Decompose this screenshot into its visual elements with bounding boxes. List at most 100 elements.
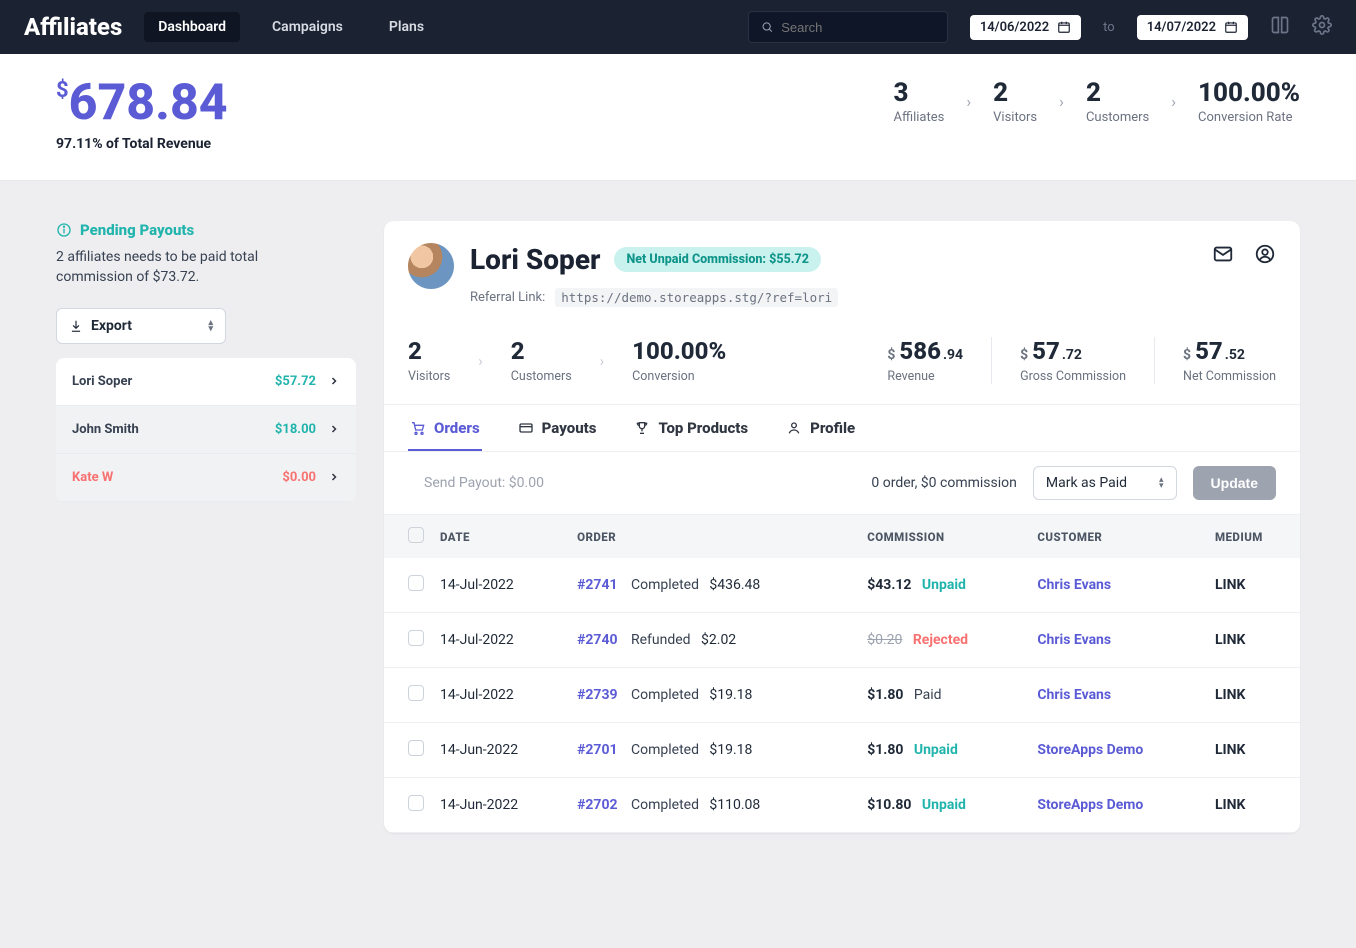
order-status: Refunded: [631, 632, 691, 648]
mark-as-paid-select[interactable]: Mark as Paid ▴▾: [1033, 466, 1177, 500]
pay-status: Unpaid: [922, 797, 966, 813]
tab-label: Profile: [810, 419, 855, 437]
summary-strip: $678.84 97.11% of Total Revenue 3 Affili…: [0, 54, 1356, 181]
book-icon[interactable]: [1270, 15, 1290, 39]
metric-label: Visitors: [408, 369, 450, 384]
order-link[interactable]: #2740: [577, 632, 617, 648]
date-to-word: to: [1103, 20, 1115, 35]
customer-link[interactable]: Chris Evans: [1037, 632, 1111, 648]
update-button[interactable]: Update: [1193, 466, 1276, 500]
global-search[interactable]: [748, 11, 948, 43]
table-row: 14-Jun-2022 #2701 Completed $19.18 $1.80…: [384, 723, 1300, 778]
user-icon: [786, 420, 802, 436]
order-count-text: 0 order, $0 commission: [871, 475, 1016, 491]
affiliate-list: Lori Soper $57.72 John Smith $18.00 Kate…: [56, 358, 356, 502]
pending-payouts-caption: 2 affiliates needs to be paid total comm…: [56, 247, 286, 288]
metric-label: Gross Commission: [1020, 369, 1126, 384]
funnel-visitors-value: 2: [993, 78, 1037, 108]
affiliate-row-kate-w[interactable]: Kate W $0.00: [56, 454, 356, 502]
pay-status: Paid: [914, 687, 942, 703]
funnel-visitors: 2 Visitors: [993, 78, 1037, 125]
row-checkbox[interactable]: [408, 685, 424, 701]
cell-medium: LINK: [1207, 778, 1300, 833]
order-status: Completed: [631, 742, 699, 758]
user-circle-icon[interactable]: [1254, 243, 1276, 265]
order-total: $436.48: [709, 577, 760, 593]
brand-title: Affiliates: [24, 13, 122, 41]
order-link[interactable]: #2741: [577, 577, 617, 593]
divider: [1154, 337, 1155, 384]
customer-link[interactable]: Chris Evans: [1037, 687, 1111, 703]
tab-payouts[interactable]: Payouts: [516, 405, 599, 451]
metric-gross-commission: $57.72 Gross Commission: [1020, 337, 1126, 384]
cell-date: 14-Jul-2022: [432, 668, 569, 723]
table-row: 14-Jul-2022 #2740 Refunded $2.02 $0.20 R…: [384, 613, 1300, 668]
row-checkbox[interactable]: [408, 795, 424, 811]
chevron-right-icon: ›: [478, 352, 483, 370]
orders-table: DATE ORDER COMMISSION CUSTOMER MEDIUM 14…: [384, 514, 1300, 833]
detail-tabs: Orders Payouts Top Products Profile: [384, 405, 1300, 452]
card-icon: [518, 420, 534, 436]
metric-label: Conversion: [632, 369, 726, 384]
funnel-customers-label: Customers: [1086, 110, 1149, 125]
table-row: 14-Jul-2022 #2741 Completed $436.48 $43.…: [384, 558, 1300, 613]
date-to[interactable]: 14/07/2022: [1137, 15, 1248, 40]
search-icon: [761, 20, 773, 34]
commission-amount: $0.20: [867, 632, 902, 648]
gear-icon[interactable]: [1312, 15, 1332, 39]
nav-dashboard[interactable]: Dashboard: [144, 12, 240, 42]
metric-whole: 57: [1032, 337, 1060, 365]
funnel-conversion-value: 100.00%: [1198, 78, 1300, 108]
customer-link[interactable]: Chris Evans: [1037, 577, 1111, 593]
metric-revenue: $586.94 Revenue: [887, 337, 963, 384]
nav-plans[interactable]: Plans: [375, 12, 438, 42]
mail-icon[interactable]: [1212, 243, 1234, 265]
tab-orders[interactable]: Orders: [408, 405, 482, 451]
affiliate-row-lori-soper[interactable]: Lori Soper $57.72: [56, 358, 356, 406]
order-link[interactable]: #2739: [577, 687, 617, 703]
tab-top-products[interactable]: Top Products: [632, 405, 750, 451]
date-from[interactable]: 14/06/2022: [970, 15, 1081, 40]
sidebar: Pending Payouts 2 affiliates needs to be…: [56, 221, 356, 833]
row-checkbox[interactable]: [408, 575, 424, 591]
funnel-affiliates-value: 3: [894, 78, 945, 108]
metric-label: Customers: [511, 369, 572, 384]
order-link[interactable]: #2701: [577, 742, 617, 758]
affiliate-row-john-smith[interactable]: John Smith $18.00: [56, 406, 356, 454]
nav-campaigns[interactable]: Campaigns: [258, 12, 357, 42]
customer-link[interactable]: StoreApps Demo: [1037, 797, 1143, 813]
customer-link[interactable]: StoreApps Demo: [1037, 742, 1143, 758]
funnel-conversion: 100.00% Conversion Rate: [1198, 78, 1300, 125]
affiliate-amount: $18.00: [275, 422, 316, 437]
cell-medium: LINK: [1207, 558, 1300, 613]
card-header: Lori Soper Net Unpaid Commission: $55.72…: [384, 221, 1300, 321]
metric-value: 2: [511, 337, 572, 365]
currency-symbol: $: [1183, 347, 1191, 363]
col-date: DATE: [432, 515, 569, 559]
cell-date: 14-Jun-2022: [432, 723, 569, 778]
row-checkbox[interactable]: [408, 630, 424, 646]
order-link[interactable]: #2702: [577, 797, 617, 813]
search-input[interactable]: [781, 20, 935, 35]
avatar: [408, 243, 454, 289]
referral-link-value[interactable]: https://demo.storeapps.stg/?ref=lori: [555, 288, 838, 307]
metric-whole: 586: [899, 337, 941, 365]
cell-date: 14-Jul-2022: [432, 558, 569, 613]
export-label: Export: [91, 318, 132, 334]
total-revenue-amount: $678.84: [56, 78, 228, 128]
metric-net-commission: $57.52 Net Commission: [1183, 337, 1276, 384]
select-all-checkbox[interactable]: [408, 527, 424, 543]
col-medium: MEDIUM: [1207, 515, 1300, 559]
tab-label: Payouts: [542, 419, 597, 437]
row-checkbox[interactable]: [408, 740, 424, 756]
tab-profile[interactable]: Profile: [784, 405, 857, 451]
metric-dec: .72: [1062, 347, 1082, 363]
detail-metrics: 2 Visitors › 2 Customers › 100.00% Conve…: [384, 321, 1300, 405]
table-row: 14-Jun-2022 #2702 Completed $110.08 $10.…: [384, 778, 1300, 833]
metric-value: 100.00%: [632, 337, 726, 365]
primary-nav: Dashboard Campaigns Plans: [144, 12, 438, 42]
currency-symbol: $: [887, 347, 895, 363]
export-button[interactable]: Export ▴▾: [56, 308, 226, 344]
sort-icon: ▴▾: [1159, 477, 1164, 489]
metric-conversion: 100.00% Conversion: [632, 337, 726, 384]
